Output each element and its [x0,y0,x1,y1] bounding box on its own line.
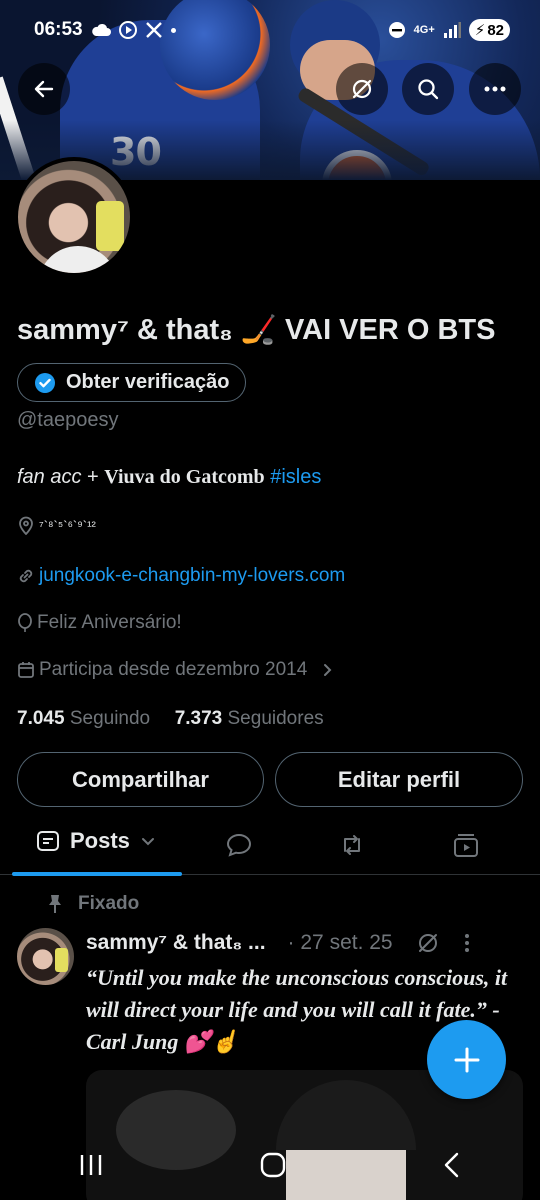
media-icon [118,21,137,39]
get-verified-button[interactable]: Obter verificação [17,363,247,402]
pinned-indicator: Fixado [46,893,139,915]
grok-button[interactable] [336,63,388,115]
notification-dot-icon [170,27,176,33]
verified-badge-icon [35,372,55,393]
following-link[interactable]: 7.045 Seguindo [17,708,150,729]
post-date[interactable]: · 27 set. 25 [288,931,393,955]
link-icon [19,569,33,583]
tab-replies-icon[interactable] [225,831,253,859]
back-button[interactable] [18,63,70,115]
profile-tabs: Posts [0,815,540,876]
share-profile-button[interactable]: Compartilhar [17,752,264,807]
tab-posts[interactable]: Posts [36,828,156,854]
more-button[interactable] [469,63,521,115]
pin-icon [49,895,61,913]
cloud-icon [91,23,111,36]
followers-count: 7.373 [174,708,223,729]
dnd-icon [388,22,405,38]
more-vertical-icon[interactable] [463,933,471,953]
balloon-icon [18,613,32,632]
search-icon [418,79,439,100]
get-verified-label: Obter verificação [66,371,230,393]
charging-icon: ⚡ [474,22,486,39]
calendar-icon [18,662,34,678]
status-time: 06:53 [34,19,83,40]
avatar[interactable] [14,157,134,277]
post-avatar[interactable] [17,928,74,985]
bio-text: + [81,466,105,488]
location-text: ⁷`⁸`⁵`⁶`⁹`¹² [39,517,96,533]
recent-apps-icon[interactable] [78,1153,104,1177]
location-pin-icon [19,516,33,535]
avatar-phone [96,201,124,251]
network-type: 4G+ [413,24,435,36]
chevron-down-icon [141,838,154,846]
x-logo-icon [145,22,162,38]
following-count: 7.045 [17,708,65,729]
post-author[interactable]: sammy⁷ & that₈ ... [86,931,266,955]
follow-stats: 7.045 Seguindo 7.373 Seguidores [17,708,324,730]
back-nav-icon[interactable] [442,1152,462,1178]
bio-text: Viuva do Gatcomb [104,466,265,488]
more-icon [484,86,506,92]
profile-birthday: Feliz Aniversário! [17,612,182,634]
joined-text: Participa desde dezembro 2014 [39,659,308,680]
profile-joined-date[interactable]: Participa desde dezembro 2014 [17,659,335,681]
pinned-label: Fixado [78,893,140,914]
battery-level: 82 [487,21,504,39]
chevron-right-icon [324,664,332,676]
compose-post-button[interactable] [427,1020,506,1099]
profile-handle: @taepoesy [17,409,119,431]
tab-posts-label: Posts [70,828,130,853]
avatar-phone [55,948,68,972]
profile-location: ⁷`⁸`⁵`⁶`⁹`¹² [17,515,96,535]
search-button[interactable] [402,63,454,115]
system-navigation-bar [0,1130,540,1200]
grok-icon [352,79,372,99]
battery-indicator: ⚡ 82 [468,19,510,41]
birthday-text: Feliz Aniversário! [37,612,182,633]
tab-media-icon[interactable] [452,831,480,859]
bio-text: fan acc [17,466,82,488]
profile-website[interactable]: jungkook-e-changbin-my-lovers.com [17,565,345,587]
status-bar: 06:53 4G+ ⚡ 82 [0,0,540,60]
website-link[interactable]: jungkook-e-changbin-my-lovers.com [39,565,345,587]
plus-icon [454,1047,479,1072]
profile-bio: fan acc + Viuva do Gatcomb #isles [17,466,321,489]
bio-hashtag-link[interactable]: #isles [265,466,321,488]
grok-icon[interactable] [415,930,441,956]
followers-label: Seguidores [222,708,324,729]
arrow-left-icon [34,80,54,98]
following-label: Seguindo [64,708,151,729]
followers-link[interactable]: 7.373 Seguidores [175,708,324,729]
tab-reposts-icon[interactable] [338,831,366,859]
active-tab-indicator [12,872,182,876]
signal-icon [443,22,461,38]
edit-profile-button[interactable]: Editar perfil [275,752,523,807]
home-icon[interactable] [260,1152,286,1178]
post-header: sammy⁷ & that₈ ... · 27 set. 25 [86,930,471,956]
posts-icon [37,831,59,851]
display-name: sammy⁷ & that₈ 🏒 VAI VER O BTS [17,314,496,346]
